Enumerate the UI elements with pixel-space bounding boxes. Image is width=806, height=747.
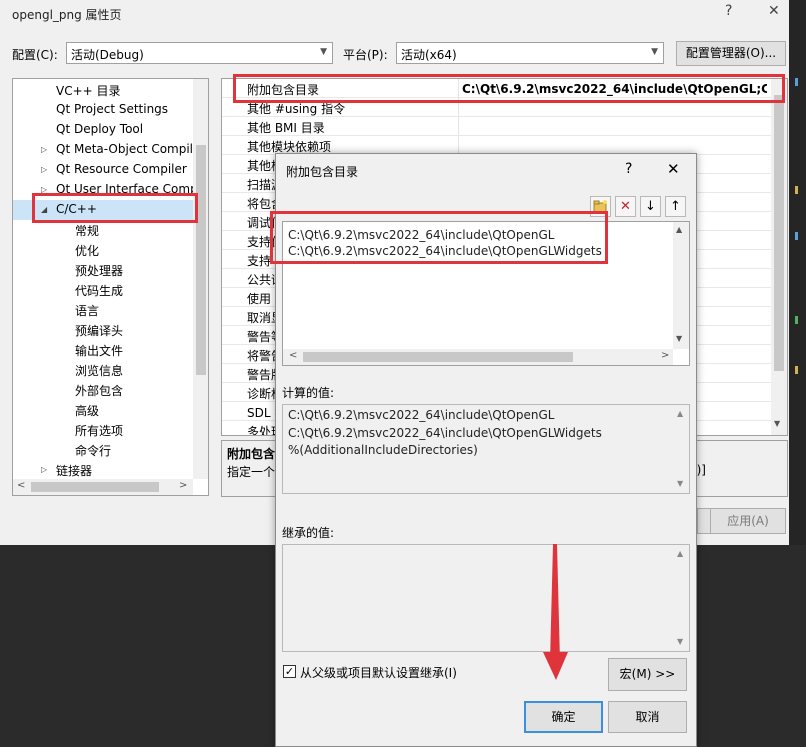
scroll-left-icon[interactable]: < — [289, 350, 297, 361]
tree-item[interactable]: 语言 — [75, 302, 99, 322]
tree-item[interactable]: 所有选项 — [75, 422, 123, 442]
grid-row-name: 使用 — [247, 292, 272, 306]
apply-button[interactable]: 应用(A) — [710, 508, 786, 534]
description-title: 附加包含 — [227, 447, 276, 461]
scroll-right-icon[interactable]: > — [179, 480, 187, 491]
help-icon[interactable]: ? — [725, 3, 732, 19]
tree-item[interactable]: Qt Resource Compiler — [56, 162, 187, 182]
inherited-label: 继承的值: — [282, 526, 335, 540]
grid-scroll-thumb[interactable] — [774, 95, 784, 371]
tree-item[interactable]: Qt Deploy Tool — [56, 122, 143, 142]
move-down-icon[interactable]: ↓ — [640, 196, 661, 217]
scroll-left-icon[interactable]: < — [17, 480, 25, 491]
tree-item[interactable]: 代码生成 — [75, 282, 123, 302]
inherited-values: ▲ ▼ — [282, 544, 690, 652]
cancel-button[interactable]: 取消 — [608, 701, 687, 733]
scroll-up-icon[interactable]: ▲ — [677, 549, 683, 558]
collapsed-arrow-icon[interactable]: ▷ — [41, 145, 47, 154]
tree-item[interactable]: 命令行 — [75, 442, 111, 462]
tree-item[interactable]: Qt Project Settings — [56, 102, 168, 122]
computed-line: C:\Qt\6.9.2\msvc2022_64\include\QtOpenGL — [288, 408, 555, 422]
scroll-down-icon[interactable]: ▼ — [774, 419, 780, 428]
tree-item[interactable]: 优化 — [75, 242, 99, 262]
scroll-down-icon[interactable]: ▼ — [677, 479, 683, 488]
dialog-help-icon[interactable]: ? — [625, 161, 632, 177]
tree-item[interactable]: 预编译头 — [75, 322, 123, 342]
config-dropdown[interactable]: 活动(Debug) ▼ — [66, 42, 333, 64]
scroll-up-icon[interactable]: ▲ — [677, 409, 683, 418]
delete-line-icon[interactable]: ✕ — [615, 196, 636, 217]
grid-scrollbar[interactable]: ▼ — [771, 79, 787, 435]
config-label: 配置(C): — [12, 48, 58, 62]
dialog-title: 附加包含目录 — [286, 165, 359, 179]
collapsed-arrow-icon[interactable]: ▷ — [41, 165, 47, 174]
config-value: 活动(Debug) — [71, 48, 144, 62]
ok-button[interactable]: 确定 — [524, 701, 603, 733]
chevron-down-icon: ▼ — [651, 47, 658, 57]
platform-value: 活动(x64) — [401, 48, 457, 62]
dialog-close-icon[interactable]: ✕ — [667, 160, 680, 178]
collapsed-arrow-icon[interactable]: ▷ — [41, 465, 47, 474]
inherit-checkbox[interactable]: ✓ — [283, 665, 296, 678]
highlight-include-row — [233, 74, 785, 103]
scroll-up-icon[interactable]: ▲ — [676, 225, 682, 234]
chevron-down-icon: ▼ — [320, 47, 327, 57]
computed-line: C:\Qt\6.9.2\msvc2022_64\include\QtOpenGL… — [288, 426, 602, 440]
highlight-include-entries — [270, 211, 608, 264]
computed-line: %(AdditionalIncludeDirectories) — [288, 443, 478, 457]
tree-item[interactable]: Qt Meta-Object Compil — [56, 142, 193, 162]
tree-item[interactable]: 输出文件 — [75, 342, 123, 362]
macro-button[interactable]: 宏(M) >> — [608, 658, 687, 691]
grid-row-name: 其他 BMI 目录 — [247, 121, 325, 135]
tree-hscroll-thumb[interactable] — [31, 482, 159, 492]
platform-label: 平台(P): — [343, 48, 388, 62]
grid-row[interactable]: 其他 BMI 目录 — [222, 117, 771, 136]
property-tree: VC++ 目录 Qt Project Settings Qt Deploy Tool… — [12, 78, 209, 496]
tree-item[interactable]: 高级 — [75, 402, 99, 422]
computed-label: 计算的值: — [282, 386, 335, 400]
tree-scrollbar-horizontal[interactable]: < > — [13, 479, 193, 495]
tree-scrollbar-vertical[interactable] — [193, 79, 208, 479]
scroll-down-icon[interactable]: ▼ — [676, 334, 682, 343]
list-scrollbar-vertical[interactable]: ▲ ▼ — [673, 222, 689, 349]
ok-button-edge — [697, 508, 710, 534]
tree-item[interactable]: 外部包含 — [75, 382, 123, 402]
tree-item[interactable]: 常规 — [75, 222, 99, 242]
highlight-cpp-node — [32, 193, 198, 223]
config-manager-button[interactable]: 配置管理器(O)... — [676, 41, 786, 66]
move-up-icon[interactable]: ↑ — [665, 196, 686, 217]
list-hscroll-thumb[interactable] — [303, 352, 573, 362]
tree-item[interactable]: 预处理器 — [75, 262, 123, 282]
window-title: opengl_png 属性页 — [12, 8, 122, 22]
computed-values: C:\Qt\6.9.2\msvc2022_64\include\QtOpenGL… — [282, 404, 690, 494]
description-text: 指定一个 — [227, 465, 276, 479]
grid-row-name: 支持 — [247, 254, 272, 268]
ide-editor-edge — [789, 0, 806, 545]
tree-item[interactable]: VC++ 目录 — [56, 82, 121, 102]
red-arrow-annotation — [543, 544, 568, 680]
scroll-right-icon[interactable]: > — [661, 350, 669, 361]
tree-item[interactable]: 浏览信息 — [75, 362, 123, 382]
close-icon[interactable]: ✕ — [768, 3, 780, 19]
inherit-checkbox-label[interactable]: 从父级或项目默认设置继承(I) — [300, 664, 457, 681]
list-scrollbar-horizontal[interactable]: < > — [283, 349, 673, 365]
tree-scroll-thumb[interactable] — [196, 145, 206, 375]
platform-dropdown[interactable]: 活动(x64) ▼ — [396, 42, 664, 64]
scroll-down-icon[interactable]: ▼ — [677, 637, 683, 646]
